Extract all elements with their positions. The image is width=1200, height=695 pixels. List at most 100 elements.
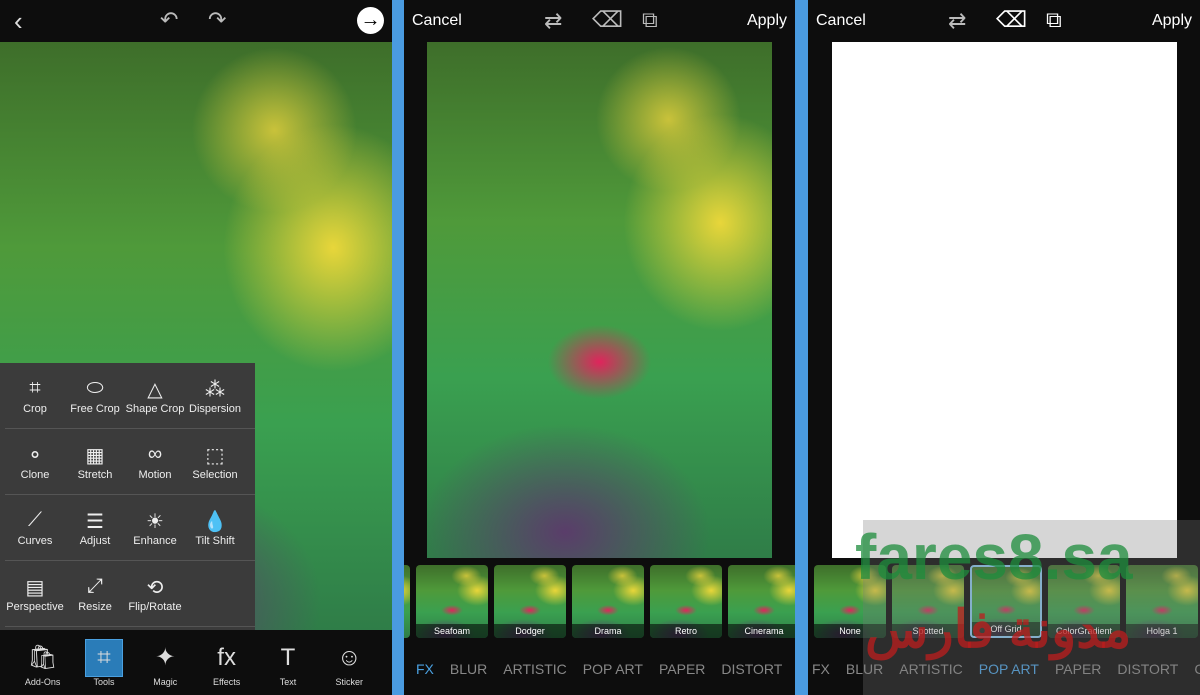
bottom-label: Sticker xyxy=(335,676,364,687)
tab-fx[interactable]: FX xyxy=(416,661,434,677)
grid-tile xyxy=(1048,320,1090,359)
add-ons-icon: 🛍 xyxy=(27,644,58,671)
tool-adjust[interactable]: ☰ Adjust xyxy=(65,495,125,560)
tool-label: Selection xyxy=(192,468,238,481)
tool-free-crop[interactable]: ⬭ Free Crop xyxy=(65,363,125,428)
grid-tile xyxy=(918,42,961,81)
tab-fx[interactable]: FX xyxy=(812,661,830,677)
filter-thumb[interactable]: Dodger xyxy=(494,565,566,638)
grid-tile xyxy=(832,82,874,121)
tool-label: Free Crop xyxy=(70,402,120,415)
filter-thumb[interactable]: Cinerama xyxy=(728,565,795,638)
grid-tile xyxy=(918,479,961,519)
tool-shape-crop[interactable]: △ Shape Crop xyxy=(125,363,185,428)
grid-tile xyxy=(1091,479,1134,519)
grid-tile xyxy=(1134,479,1177,519)
grid-tile xyxy=(919,82,961,121)
tool-crop[interactable]: ⌗ Crop xyxy=(5,363,65,428)
filter-label: Dodger xyxy=(494,624,566,638)
bottom-effects-button[interactable]: fx Effects xyxy=(198,630,256,695)
filter-thumb[interactable]: Seafoam xyxy=(416,565,488,638)
grid-tile xyxy=(919,320,961,359)
category-tabs: FXBLURARTISTICPOP ARTPAPERDISTORTC xyxy=(416,661,795,677)
grid-tile xyxy=(832,281,874,320)
tool-flip-rotate[interactable]: ⟲ Flip/Rotate xyxy=(125,561,185,626)
apply-button[interactable]: Apply xyxy=(747,12,787,30)
filter-thumb[interactable]: Drama xyxy=(572,565,644,638)
filter-label: Cinerama xyxy=(728,624,795,638)
filter-thumb[interactable]: Retro xyxy=(650,565,722,638)
tool-label: Stretch xyxy=(77,468,113,481)
grid-tile xyxy=(832,241,874,280)
tool-curves[interactable]: ⟋ Curves xyxy=(5,495,65,560)
grid-tile xyxy=(875,281,917,320)
grid-tile xyxy=(1135,161,1177,200)
grid-tile xyxy=(1135,360,1177,399)
next-arrow-icon[interactable]: → xyxy=(357,7,384,34)
tool-enhance[interactable]: ☀ Enhance xyxy=(125,495,185,560)
tool-stretch[interactable]: ▦ Stretch xyxy=(65,429,125,494)
curves-icon: ⟋ xyxy=(28,508,42,531)
tab-distort[interactable]: DISTORT xyxy=(721,661,782,677)
cancel-button[interactable]: Cancel xyxy=(412,12,462,30)
grid-tile xyxy=(1005,161,1047,200)
grid-tile xyxy=(875,82,917,121)
bottom-toolbar: 🛍 Add-Ons ⌗ Tools ✦ Magic fx Effects T Text ☺ Stick… xyxy=(0,630,392,695)
grid-tile xyxy=(832,440,874,479)
grid-tile xyxy=(919,440,961,479)
grid-tile xyxy=(1048,201,1090,240)
redo-icon[interactable]: ↷ xyxy=(208,9,226,31)
tool-selection[interactable]: ⬚ Selection xyxy=(185,429,245,494)
bottom-tools-button[interactable]: ⌗ Tools xyxy=(75,630,133,695)
tool-label: Tilt Shift xyxy=(195,534,235,547)
tab-blur[interactable]: BLUR xyxy=(450,661,487,677)
back-icon[interactable]: ‹ xyxy=(14,8,23,34)
swap-icon[interactable]: ⇄ xyxy=(948,10,966,32)
stretch-icon: ▦ xyxy=(85,444,105,467)
grid-tile xyxy=(962,82,1004,121)
grid-tile xyxy=(875,479,917,518)
tool-dispersion[interactable]: ⁂ Dispersion xyxy=(185,363,245,428)
tab-paper[interactable]: PAPER xyxy=(659,661,705,677)
tools-row: ⌗ Crop ⬭ Free Crop △ Shape Crop ⁂ Dispersion xyxy=(5,363,255,429)
grid-tile xyxy=(919,400,961,439)
tool-resize[interactable]: ⤢ Resize xyxy=(65,561,125,626)
adjust-icon: ☰ xyxy=(86,510,104,533)
tool-perspective[interactable]: ▤ Perspective xyxy=(5,561,65,626)
bottom-sticker-button[interactable]: ☺ Sticker xyxy=(320,630,378,695)
tool-label: Motion xyxy=(138,468,172,481)
grid-tile xyxy=(1135,82,1177,121)
grid-tile xyxy=(1048,281,1090,320)
bottom-text-button[interactable]: T Text xyxy=(259,630,317,695)
grid-tile xyxy=(1135,400,1177,439)
compare-icon[interactable]: ⧉ xyxy=(642,9,658,31)
motion-icon: ∞ xyxy=(147,442,163,465)
filter-thumb[interactable] xyxy=(404,565,410,638)
compare-icon[interactable]: ⧉ xyxy=(1046,9,1062,31)
apply-button[interactable]: Apply xyxy=(1152,12,1192,30)
filter-label: Retro xyxy=(650,624,722,638)
swap-icon[interactable]: ⇄ xyxy=(544,10,562,32)
grid-tile xyxy=(875,400,917,439)
eraser-icon[interactable]: ⌫ xyxy=(996,9,1027,31)
undo-icon[interactable]: ↶ xyxy=(160,9,178,31)
grid-tile xyxy=(1092,440,1134,479)
free-crop-icon: ⬭ xyxy=(86,376,104,399)
watermark-logo-arabic: مدونة فارس xyxy=(865,601,1132,659)
grid-tile xyxy=(875,241,917,280)
filter-label: Drama xyxy=(572,624,644,638)
photo-canvas[interactable] xyxy=(427,42,772,558)
cancel-button[interactable]: Cancel xyxy=(816,12,866,30)
tab-artistic[interactable]: ARTISTIC xyxy=(503,661,567,677)
grid-tile xyxy=(1005,281,1047,320)
bottom-add-ons-button[interactable]: 🛍 Add-Ons xyxy=(14,630,72,695)
grid-tile xyxy=(1005,440,1047,479)
tool-clone[interactable]: ⚬ Clone xyxy=(5,429,65,494)
eraser-icon[interactable]: ⌫ xyxy=(592,9,623,31)
tool-motion[interactable]: ∞ Motion xyxy=(125,429,185,494)
effects-panel: Cancel ⇄ ⌫ ⧉ Apply Seafoam Dodger Drama Ret… xyxy=(404,0,795,695)
bottom-magic-button[interactable]: ✦ Magic xyxy=(136,630,194,695)
grid-tile xyxy=(1005,479,1047,518)
tab-pop-art[interactable]: POP ART xyxy=(583,661,643,677)
tool-tilt-shift[interactable]: 💧 Tilt Shift xyxy=(185,495,245,560)
